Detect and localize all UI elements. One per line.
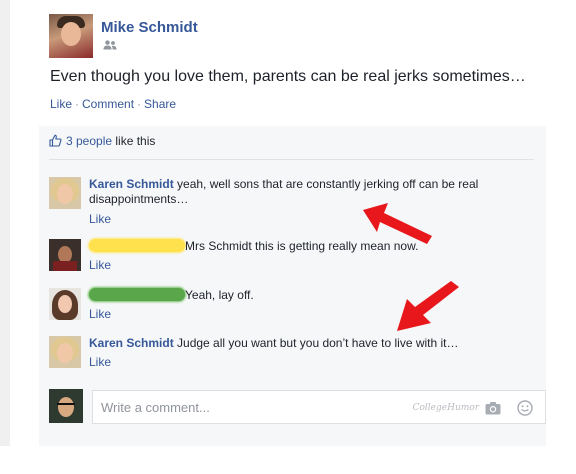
collegehumor-watermark: CollegeHumor — [412, 403, 479, 413]
comments-section: 3 people like this Karen Schmidt yeah, w… — [39, 126, 546, 446]
commenter-avatar[interactable] — [49, 239, 81, 271]
likes-suffix: like this — [112, 134, 156, 148]
action-separator: · — [75, 97, 80, 111]
thumbs-up-icon — [49, 134, 62, 147]
avatar-face — [57, 184, 73, 204]
red-arrow-annotation — [397, 281, 459, 331]
author-avatar[interactable] — [49, 14, 93, 58]
smiley-icon[interactable] — [517, 400, 533, 416]
current-user-avatar — [49, 389, 83, 423]
red-arrow-annotation — [363, 203, 432, 244]
like-link[interactable]: Like — [50, 97, 72, 111]
avatar-face — [58, 397, 74, 417]
comment-body: Karen Schmidt yeah, well sons that are c… — [89, 177, 529, 207]
commenter-avatar[interactable] — [49, 177, 81, 209]
comment-composer: Write a comment... CollegeHumor — [49, 388, 546, 428]
comment-input-placeholder: Write a comment... — [101, 400, 210, 415]
comment-like-link[interactable]: Like — [89, 258, 111, 272]
redacted-name-scribble — [89, 239, 185, 252]
avatar-face — [61, 22, 81, 46]
post-text: Even though you love them, parents can b… — [50, 68, 526, 85]
commenter-avatar[interactable] — [49, 288, 81, 320]
post-actions: Like · Comment · Share — [50, 97, 176, 111]
comment-like-link[interactable]: Like — [89, 212, 111, 226]
commenter-name[interactable]: Karen Schmidt — [89, 336, 174, 350]
likes-count-link[interactable]: 3 people — [66, 134, 112, 148]
action-separator: · — [137, 97, 142, 111]
likes-summary: 3 people like this — [49, 134, 155, 148]
commenter-avatar[interactable] — [49, 336, 81, 368]
comment-body: Karen Schmidt Judge all you want but you… — [89, 336, 529, 351]
avatar-shirt — [53, 261, 77, 271]
comment-body: Yeah, lay off. — [89, 288, 529, 303]
feed-gutter — [0, 0, 10, 446]
camera-icon[interactable] — [485, 401, 501, 415]
redacted-name-scribble — [89, 288, 185, 301]
author-name[interactable]: Mike Schmidt — [101, 19, 198, 36]
friends-icon[interactable] — [103, 40, 117, 50]
avatar-glasses — [57, 403, 75, 407]
divider — [49, 159, 534, 160]
comment-text: Yeah, lay off. — [185, 288, 254, 302]
comment-link[interactable]: Comment — [82, 97, 134, 111]
share-link[interactable]: Share — [144, 97, 176, 111]
comment-body: Mrs Schmidt this is getting really mean … — [89, 239, 529, 254]
comment-input[interactable]: Write a comment... CollegeHumor — [92, 390, 546, 424]
comment-like-link[interactable]: Like — [89, 307, 111, 321]
avatar-face — [58, 295, 72, 313]
avatar-face — [57, 343, 73, 363]
comment-text: Judge all you want but you don’t have to… — [173, 336, 459, 350]
commenter-name[interactable]: Karen Schmidt — [89, 177, 174, 191]
comment-like-link[interactable]: Like — [89, 355, 111, 369]
